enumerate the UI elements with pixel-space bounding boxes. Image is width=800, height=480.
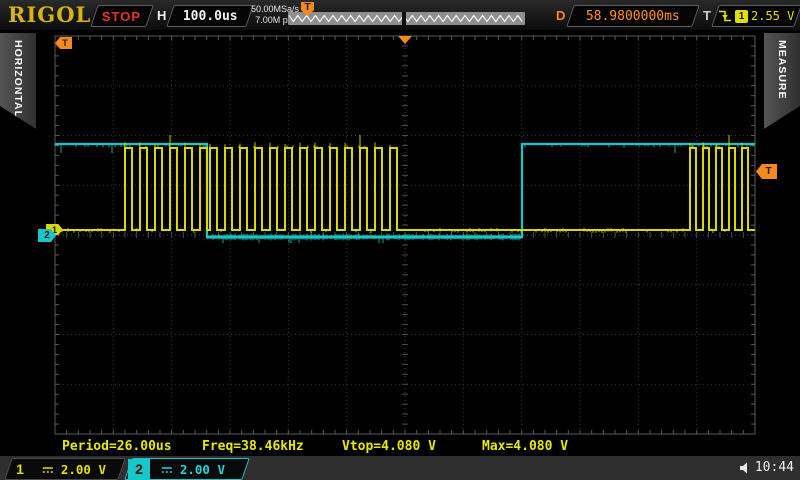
channel1-status[interactable]: 1 2.00 V (4, 458, 126, 480)
dc-coupling-icon (160, 464, 174, 474)
channel1-badge: 1 (9, 461, 31, 477)
dc-coupling-icon (41, 464, 55, 474)
measurements-row: Period=26.00us Freq=38.46kHz Vtop=4.080 … (0, 436, 800, 456)
clock: 10:44 (755, 460, 794, 475)
channel2-status[interactable]: 2 2.00 V (124, 458, 250, 480)
status-bar: 1 2.00 V 2 2.00 V 10: (0, 456, 800, 480)
measurement-period: Period=26.00us (62, 439, 172, 454)
speaker-icon (739, 462, 751, 474)
channel2-badge: 2 (128, 459, 150, 479)
measurement-freq: Freq=38.46kHz (202, 439, 304, 454)
channel2-scale: 2.00 V (180, 462, 225, 477)
measurement-vtop: Vtop=4.080 V (342, 439, 436, 454)
oscilloscope-screen: RIGOL STOP H 100.0us 50.00MSa/s 7.00M pt… (0, 0, 800, 480)
channel1-scale: 2.00 V (61, 462, 106, 477)
waveform-display (0, 0, 800, 480)
measurement-max: Max=4.080 V (482, 439, 568, 454)
